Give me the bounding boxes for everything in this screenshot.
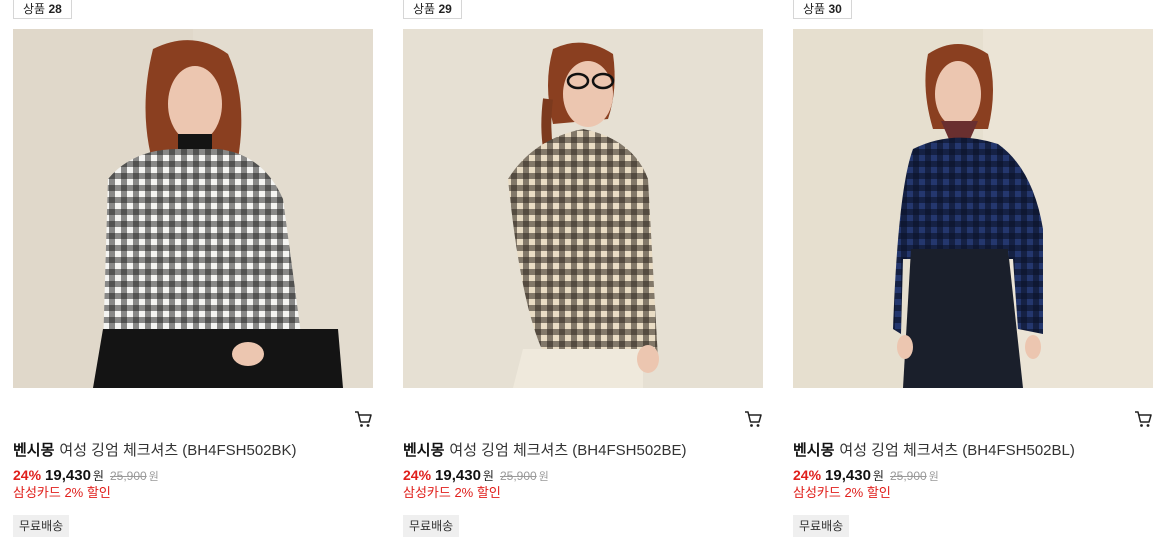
product-image[interactable] bbox=[403, 29, 763, 388]
original-price: 25,900 bbox=[109, 469, 147, 483]
discount-rate: 24% bbox=[13, 467, 42, 483]
free-shipping-tag: 무료배송 bbox=[13, 515, 70, 537]
product-image[interactable] bbox=[793, 29, 1153, 388]
original-currency: 원 bbox=[538, 471, 549, 483]
product-name: 여성 깅엄 체크셔츠 (BH4FSH502BE) bbox=[449, 442, 687, 459]
brand-name: 벤시몽 bbox=[793, 442, 835, 459]
original-currency: 원 bbox=[148, 471, 159, 483]
sale-price: 19,430 bbox=[45, 467, 91, 484]
original-currency: 원 bbox=[928, 471, 939, 483]
currency: 원 bbox=[872, 469, 884, 483]
sale-price: 19,430 bbox=[825, 467, 871, 484]
discount-rate: 24% bbox=[793, 467, 822, 483]
original-price: 25,900 bbox=[889, 469, 927, 483]
free-shipping-tag: 무료배송 bbox=[793, 515, 850, 537]
currency: 원 bbox=[92, 469, 104, 483]
currency: 원 bbox=[482, 469, 494, 483]
brand-name: 벤시몽 bbox=[403, 442, 445, 459]
card-discount-text: 삼성카드 2% 할인 bbox=[403, 485, 501, 500]
brand-name: 벤시몽 bbox=[13, 442, 55, 459]
product-name: 여성 깅엄 체크셔츠 (BH4FSH502BK) bbox=[59, 442, 297, 459]
product-number-badge: 상품 29 bbox=[403, 0, 462, 19]
add-to-cart-button[interactable] bbox=[743, 409, 763, 429]
card-discount-text: 삼성카드 2% 할인 bbox=[793, 485, 891, 500]
card-discount-text: 삼성카드 2% 할인 bbox=[13, 485, 111, 500]
product-card[interactable]: 상품 30 벤시몽 여성 깅엄 체크셔츠 (BH4FSH502BL) 24% 1… bbox=[793, 0, 1153, 547]
add-to-cart-button[interactable] bbox=[1133, 409, 1153, 429]
sale-price: 19,430 bbox=[435, 467, 481, 484]
discount-rate: 24% bbox=[403, 467, 432, 483]
cart-icon bbox=[355, 411, 372, 427]
cart-icon bbox=[745, 411, 762, 427]
add-to-cart-button[interactable] bbox=[353, 409, 373, 429]
product-card[interactable]: 상품 28 벤시몽 여성 깅엄 체크셔츠 (BH4FSH502BK) 24% 1… bbox=[13, 0, 373, 547]
product-title[interactable]: 벤시몽 여성 깅엄 체크셔츠 (BH4FSH502BE) bbox=[403, 441, 763, 461]
free-shipping-tag: 무료배송 bbox=[403, 515, 460, 537]
cart-icon bbox=[1135, 411, 1152, 427]
product-card[interactable]: 상품 29 벤시몽 여성 깅엄 체크셔츠 (BH4FSH502BE) 24% 1… bbox=[403, 0, 763, 547]
original-price: 25,900 bbox=[499, 469, 537, 483]
product-number-badge: 상품 30 bbox=[793, 0, 852, 19]
product-image[interactable] bbox=[13, 29, 373, 388]
product-title[interactable]: 벤시몽 여성 깅엄 체크셔츠 (BH4FSH502BL) bbox=[793, 441, 1153, 461]
product-name: 여성 깅엄 체크셔츠 (BH4FSH502BL) bbox=[839, 442, 1075, 459]
product-number-badge: 상품 28 bbox=[13, 0, 72, 19]
product-title[interactable]: 벤시몽 여성 깅엄 체크셔츠 (BH4FSH502BK) bbox=[13, 441, 373, 461]
